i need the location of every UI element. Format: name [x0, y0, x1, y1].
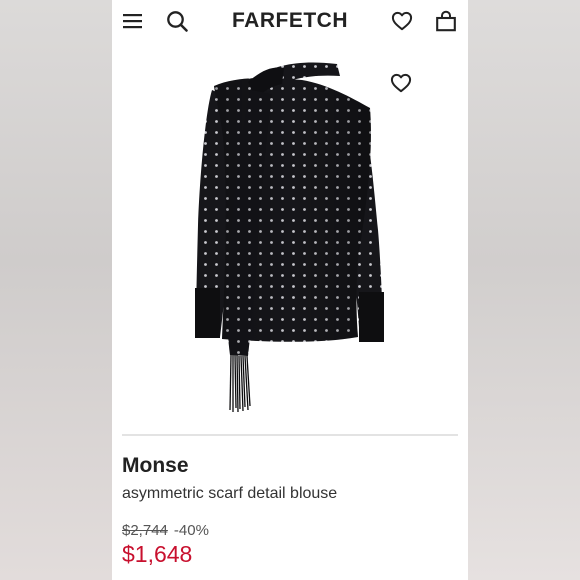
product-name: asymmetric scarf detail blouse [122, 485, 338, 502]
background-left [0, 0, 112, 580]
product-wishlist-button[interactable] [388, 71, 414, 95]
menu-button[interactable] [120, 8, 146, 34]
bag-button[interactable] [433, 8, 459, 34]
background-right [468, 0, 580, 580]
discount-badge: -40% [173, 522, 209, 539]
divider [122, 434, 458, 436]
product-image[interactable] [112, 50, 468, 422]
sale-price: $1,648 [122, 541, 193, 567]
original-price: $2,744 [122, 522, 168, 539]
app-screen: FARFETCH Monse asymmetric scarf detail b… [112, 0, 468, 580]
search-button[interactable] [164, 8, 190, 34]
shopping-bag-icon [436, 10, 456, 32]
product-designer[interactable]: Monse [122, 454, 189, 478]
menu-icon [123, 14, 142, 29]
heart-icon [391, 11, 413, 31]
wishlist-button[interactable] [389, 8, 415, 34]
brand-logo[interactable]: FARFETCH [212, 9, 368, 33]
heart-icon [390, 73, 412, 93]
top-nav-bar: FARFETCH [112, 0, 468, 42]
search-icon [167, 11, 188, 32]
price-row: $2,744 -40% [122, 522, 209, 539]
